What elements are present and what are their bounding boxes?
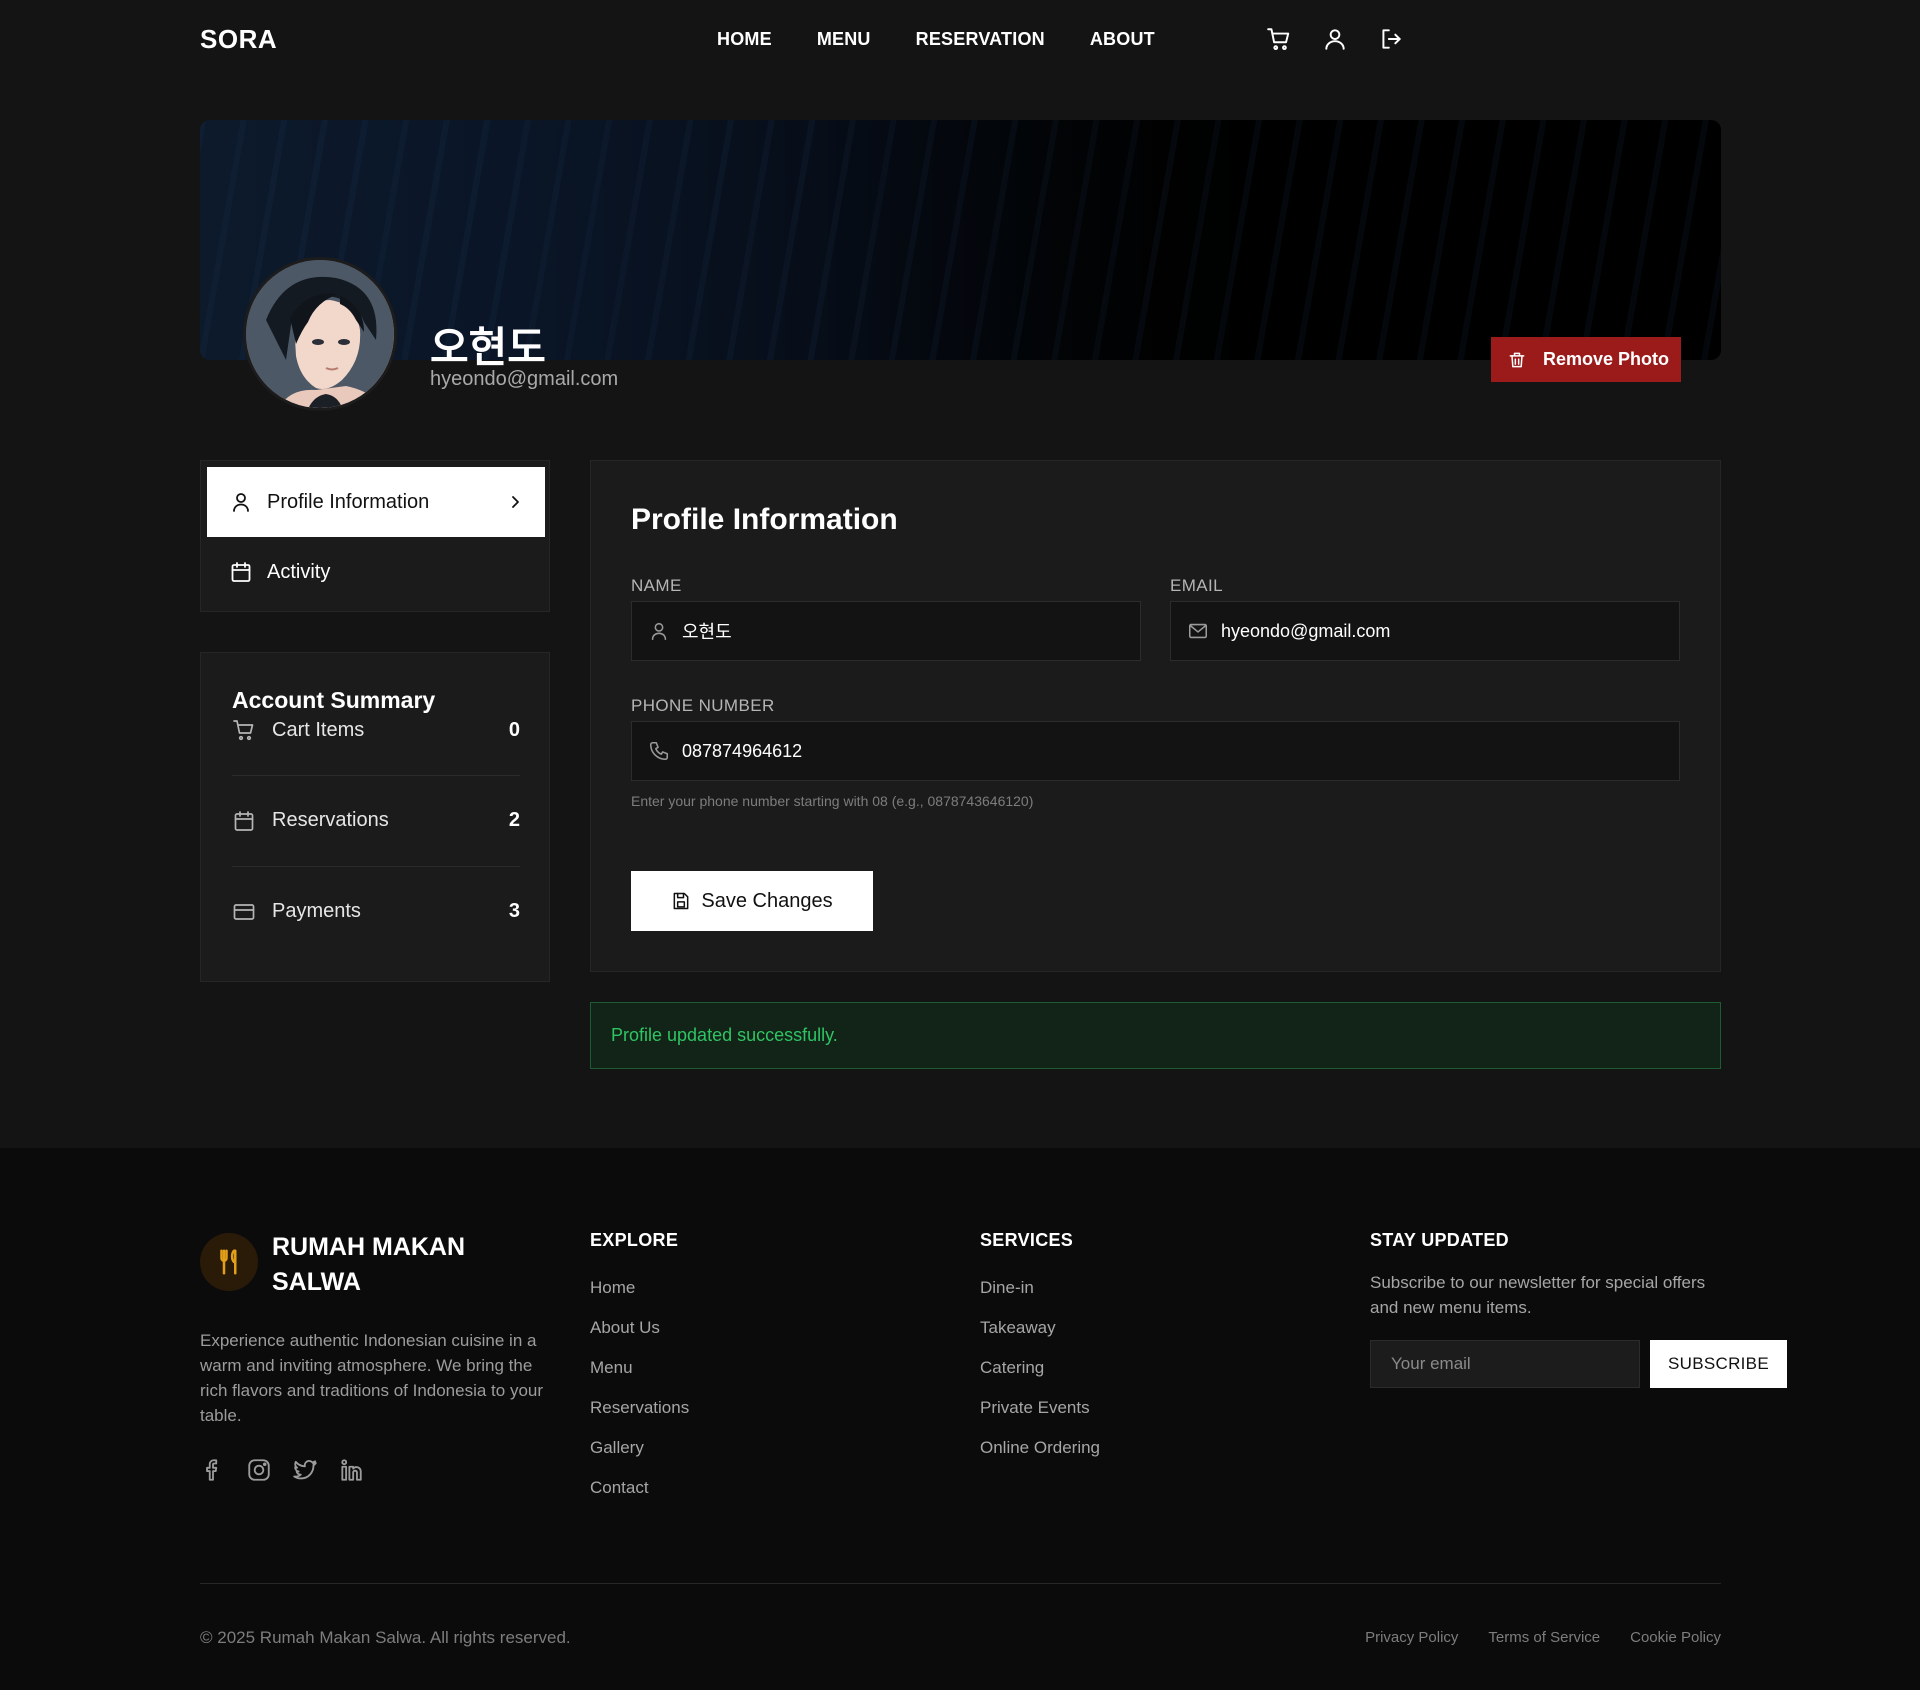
form-title: Profile Information (631, 503, 898, 536)
success-alert: Profile updated successfully. (590, 1002, 1721, 1069)
services-heading: SERVICES (980, 1230, 1074, 1250)
account-summary-card: Account Summary Cart Items 0 Reservation… (200, 652, 550, 982)
footer-services-column: SERVICES Dine-in Takeaway Catering Priva… (980, 1230, 1100, 1478)
calendar-icon (232, 809, 256, 833)
facebook-icon[interactable] (200, 1457, 226, 1483)
header-actions (1266, 26, 1404, 52)
save-changes-label: Save Changes (701, 889, 833, 912)
top-navbar: SORA HOME MENU RESERVATION ABOUT (0, 0, 1920, 80)
name-label: NAME (631, 576, 682, 595)
phone-field (631, 721, 1680, 781)
footer-link-dine-in[interactable]: Dine-in (980, 1278, 1100, 1318)
credit-card-icon (232, 900, 256, 924)
side-item-label: Activity (267, 560, 331, 583)
save-icon (671, 891, 691, 911)
privacy-policy-link[interactable]: Privacy Policy (1365, 1629, 1458, 1646)
footer-link-contact[interactable]: Contact (590, 1478, 689, 1518)
instagram-icon[interactable] (246, 1457, 272, 1483)
calendar-icon (229, 560, 253, 584)
cover-image (200, 120, 1721, 360)
newsletter-email-input[interactable] (1370, 1340, 1640, 1388)
footer-link-about-us[interactable]: About Us (590, 1318, 689, 1358)
footer-link-takeaway[interactable]: Takeaway (980, 1318, 1100, 1358)
phone-help-text: Enter your phone number starting with 08… (631, 793, 1034, 809)
name-field (631, 601, 1141, 661)
footer-link-catering[interactable]: Catering (980, 1358, 1100, 1398)
summary-row-cart-items: Cart Items 0 (232, 685, 520, 775)
success-message: Profile updated successfully. (611, 1025, 838, 1045)
profile-avatar[interactable] (243, 257, 397, 411)
profile-email: hyeondo@gmail.com (430, 368, 619, 390)
summary-label: Cart Items (272, 718, 365, 741)
cart-icon (232, 718, 256, 742)
user-icon (229, 490, 253, 514)
email-label: EMAIL (1170, 576, 1224, 595)
nav-home-link[interactable]: HOME (717, 29, 772, 50)
footer-divider (200, 1583, 1721, 1584)
site-logo[interactable]: SORA (200, 24, 277, 55)
main-nav: HOME MENU RESERVATION ABOUT (717, 29, 1155, 50)
social-links (200, 1457, 364, 1483)
side-item-profile-information[interactable]: Profile Information (207, 467, 545, 537)
summary-value: 0 (508, 718, 520, 741)
footer-link-gallery[interactable]: Gallery (590, 1438, 689, 1478)
footer-newsletter-column: STAY UPDATED Subscribe to our newsletter… (1370, 1230, 1787, 1388)
trash-icon (1507, 350, 1527, 370)
logout-icon[interactable] (1378, 26, 1404, 52)
footer-explore-column: EXPLORE Home About Us Menu Reservations … (590, 1230, 689, 1518)
nav-about-link[interactable]: ABOUT (1090, 29, 1155, 50)
remove-photo-label: Remove Photo (1543, 349, 1670, 369)
footer-link-menu[interactable]: Menu (590, 1358, 689, 1398)
save-changes-button[interactable]: Save Changes (631, 871, 873, 931)
summary-value: 2 (508, 809, 520, 831)
remove-photo-button[interactable]: Remove Photo (1491, 337, 1681, 382)
summary-label: Reservations (272, 809, 389, 831)
nav-reservation-link[interactable]: RESERVATION (916, 29, 1045, 50)
cart-icon[interactable] (1266, 26, 1292, 52)
subscribe-button[interactable]: SUBSCRIBE (1650, 1340, 1787, 1388)
profile-cover-banner (200, 120, 1721, 360)
footer-brand-name: RUMAH MAKAN SALWA (272, 1233, 466, 1296)
summary-row-payments: Payments 3 (232, 866, 520, 956)
linkedin-icon[interactable] (338, 1457, 364, 1483)
cookie-policy-link[interactable]: Cookie Policy (1630, 1629, 1721, 1646)
newsletter-form: SUBSCRIBE (1370, 1340, 1787, 1388)
summary-value: 3 (508, 900, 520, 922)
utensils-icon (200, 1233, 258, 1291)
profile-information-form: Profile Information NAME EMAIL PHONE NUM… (590, 460, 1721, 972)
footer-description: Experience authentic Indonesian cuisine … (200, 1331, 544, 1425)
phone-label: PHONE NUMBER (631, 696, 775, 715)
copyright-text: © 2025 Rumah Makan Salwa. All rights res… (200, 1628, 571, 1647)
footer-link-private-events[interactable]: Private Events (980, 1398, 1100, 1438)
footer-link-home[interactable]: Home (590, 1278, 689, 1318)
newsletter-heading: STAY UPDATED (1370, 1230, 1509, 1250)
phone-input[interactable] (682, 722, 1679, 780)
user-icon (648, 620, 670, 642)
side-item-label: Profile Information (267, 490, 430, 513)
newsletter-text: Subscribe to our newsletter for special … (1370, 1273, 1706, 1317)
summary-row-reservations: Reservations 2 (232, 775, 520, 865)
chevron-right-icon (507, 494, 523, 510)
explore-heading: EXPLORE (590, 1230, 679, 1250)
mail-icon (1187, 620, 1209, 642)
email-input[interactable] (1221, 602, 1679, 660)
name-input[interactable] (682, 602, 1140, 660)
user-icon[interactable] (1322, 26, 1348, 52)
summary-label: Payments (272, 900, 361, 922)
side-item-activity[interactable]: Activity (207, 537, 545, 607)
footer-link-online-ordering[interactable]: Online Ordering (980, 1438, 1100, 1478)
email-field (1170, 601, 1680, 661)
terms-of-service-link[interactable]: Terms of Service (1488, 1629, 1600, 1646)
phone-icon (648, 740, 670, 762)
site-footer: RUMAH MAKAN SALWA Experience authentic I… (0, 1148, 1920, 1690)
profile-side-menu: Profile Information Activity (200, 460, 550, 612)
footer-link-reservations[interactable]: Reservations (590, 1398, 689, 1438)
nav-menu-link[interactable]: MENU (817, 29, 871, 50)
twitter-icon[interactable] (292, 1457, 318, 1483)
legal-links: Privacy Policy Terms of Service Cookie P… (1365, 1629, 1721, 1646)
profile-name: 오현도 (430, 324, 546, 371)
